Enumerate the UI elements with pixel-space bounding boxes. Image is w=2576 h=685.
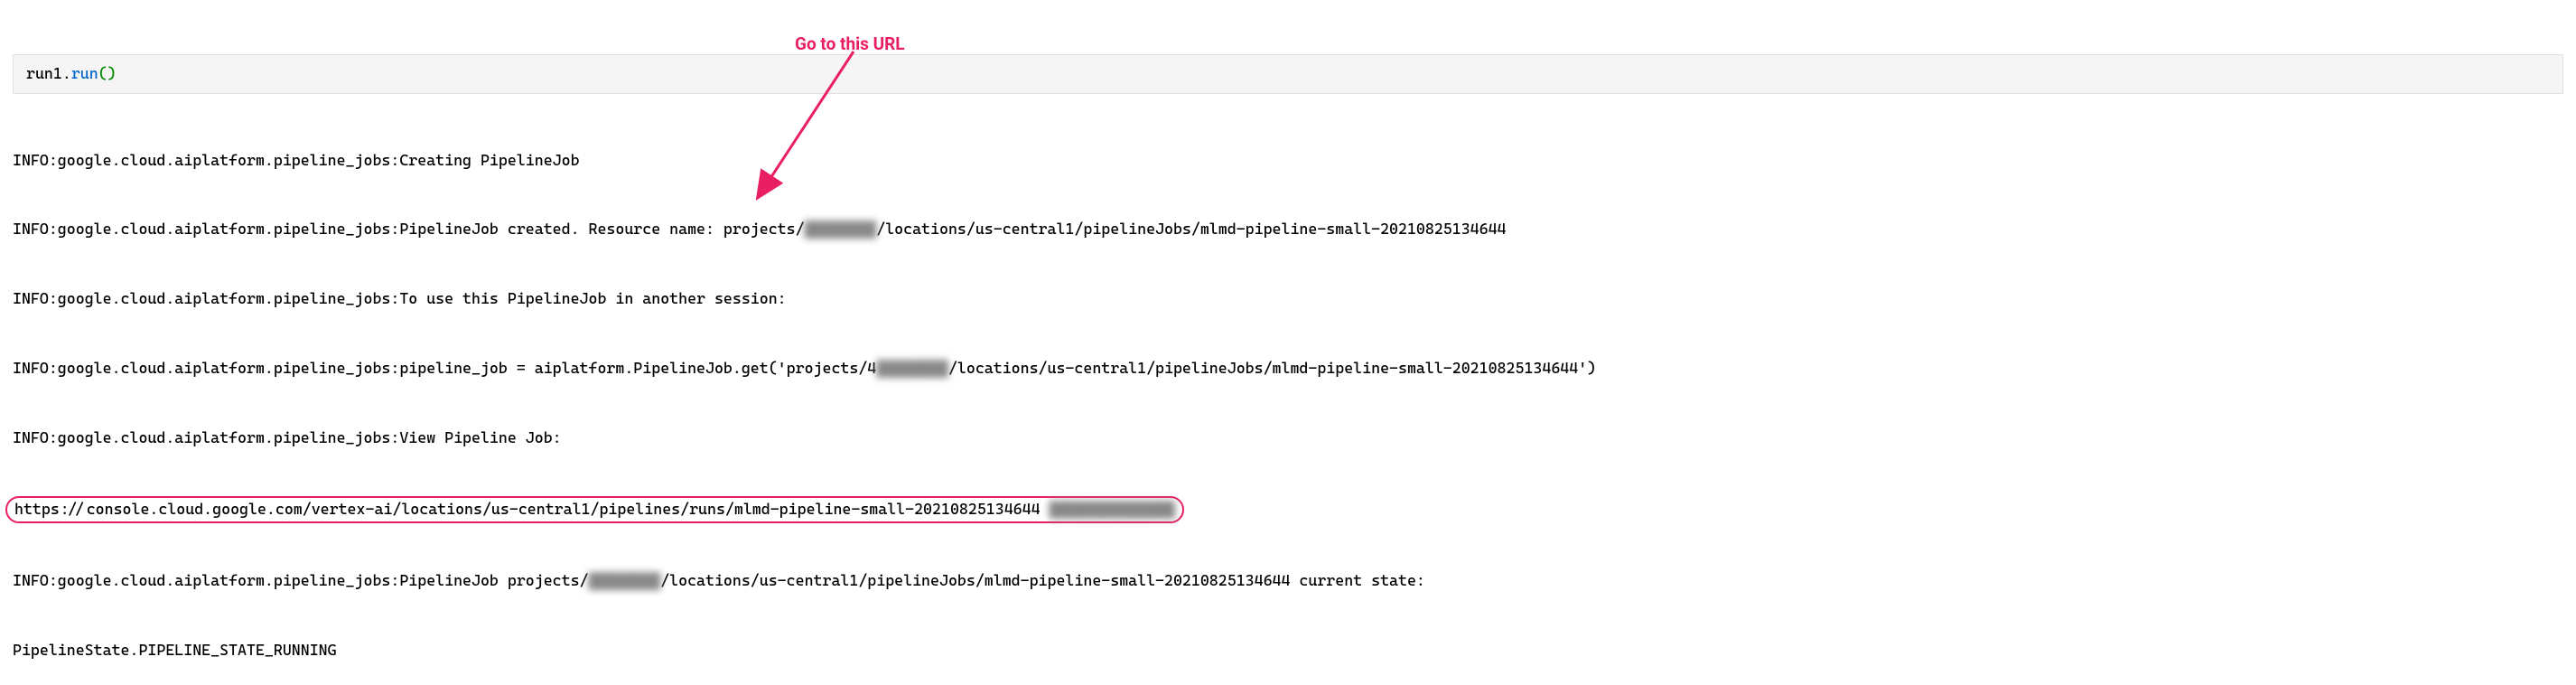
output-block: INFO:google.cloud.aiplatform.pipeline_jo… [0,103,2576,685]
output-line-1: INFO:google.cloud.aiplatform.pipeline_jo… [13,149,2563,173]
line2-prefix: INFO:google.cloud.aiplatform.pipeline_jo… [13,220,805,238]
redacted-project-id-3: ████████ [589,570,661,594]
line7-prefix: INFO:google.cloud.aiplatform.pipeline_jo… [13,571,589,589]
output-line-4: INFO:google.cloud.aiplatform.pipeline_jo… [13,357,2563,380]
redacted-project-id-2: ████████ [876,358,948,381]
output-line-3: INFO:google.cloud.aiplatform.pipeline_jo… [13,287,2563,311]
line2-suffix: /locations/us-central1/pipelineJobs/mlmd… [876,220,1506,238]
line7-suffix: /locations/us-central1/pipelineJobs/mlmd… [660,571,1425,589]
code-method: run [71,64,98,82]
code-line: run1.run() [26,64,117,82]
line4-suffix: /locations/us-central1/pipelineJobs/mlmd… [948,359,1596,377]
code-parens: () [98,64,117,82]
output-line-6: https://console.cloud.google.com/vertex-… [13,496,2563,523]
annotation-label: Go to this URL [795,32,905,58]
code-obj: run1. [26,64,71,82]
redacted-project-id-1: ████████ [805,219,877,242]
output-line-2: INFO:google.cloud.aiplatform.pipeline_jo… [13,218,2563,241]
output-line-8: PipelineState.PIPELINE_STATE_RUNNING [13,639,2563,662]
redacted-url-suffix: ██████████████ [1050,499,1175,522]
pipeline-url: https://console.cloud.google.com/vertex-… [14,500,1041,518]
highlighted-url[interactable]: https://console.cloud.google.com/vertex-… [5,496,1184,523]
line4-prefix: INFO:google.cloud.aiplatform.pipeline_jo… [13,359,876,377]
output-line-7: INFO:google.cloud.aiplatform.pipeline_jo… [13,569,2563,593]
code-cell: run1.run() [13,54,2563,94]
output-line-5: INFO:google.cloud.aiplatform.pipeline_jo… [13,427,2563,450]
